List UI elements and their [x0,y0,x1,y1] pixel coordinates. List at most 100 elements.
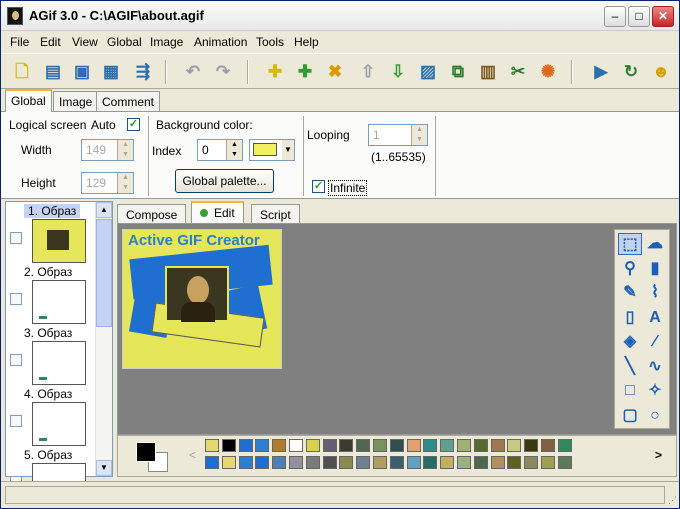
palette-swatch[interactable] [423,439,438,452]
menu-animation[interactable]: Animation [194,35,247,49]
index-spinner[interactable]: ▲ ▼ [226,140,242,160]
select-rect-icon[interactable]: ⬚ [618,233,642,255]
about-button[interactable]: ☻ [649,60,673,84]
ellipse-icon[interactable]: ○ [643,405,667,427]
palette-swatch[interactable] [524,439,539,452]
eraser-icon[interactable]: ▮ [643,258,667,280]
maximize-button[interactable]: □ [628,6,650,27]
bg-color-picker[interactable]: ▼ [249,139,295,161]
palette-swatch[interactable] [490,439,505,452]
redo-button[interactable]: ↷ [211,60,235,84]
resize-grip-icon[interactable]: ⋰ [668,495,677,506]
tab-image[interactable]: Image [53,91,99,111]
frame-list-scrollbar[interactable]: ▲ ▼ [95,202,112,476]
duplicate-button[interactable]: ⧉ [446,60,470,84]
palette-next-button[interactable]: > [655,448,662,462]
global-palette-button[interactable]: Global palette... [175,169,274,193]
width-spinner[interactable]: ▲ ▼ [117,140,133,160]
palette-swatch[interactable] [322,439,337,452]
export-button[interactable]: ⇶ [131,60,155,84]
menu-help[interactable]: Help [294,35,319,49]
scroll-up-button[interactable]: ▲ [96,202,112,218]
palette-swatch[interactable] [557,456,572,469]
brush-icon[interactable]: ⌇ [643,282,667,304]
scroll-down-button[interactable]: ▼ [96,460,112,476]
palette-swatch[interactable] [322,456,337,469]
palette-swatch[interactable] [339,439,354,452]
new-frame-button[interactable]: ✚ [263,60,287,84]
star-icon[interactable]: ✧ [643,380,667,402]
tab-comment[interactable]: Comment [96,91,161,111]
width-field[interactable]: 149 ▲ ▼ [81,139,134,161]
palette-swatch[interactable] [490,456,505,469]
move-up-button[interactable]: ⇧ [356,60,380,84]
menu-global[interactable]: Global [107,35,142,49]
frame-item[interactable]: 2. Образ [6,265,96,326]
palette-swatch[interactable] [255,439,270,452]
palette-swatch[interactable] [473,439,488,452]
height-spinner[interactable]: ▲ ▼ [117,173,133,193]
spray-icon[interactable]: ⁄ [643,331,667,353]
palette-swatch[interactable] [389,439,404,452]
palette-swatch[interactable] [457,456,471,469]
looping-field[interactable]: 1 ▲ ▼ [368,124,428,146]
frames-button[interactable]: ▥ [476,60,500,84]
palette-swatch[interactable] [406,456,421,469]
minimize-button[interactable]: – [604,6,626,27]
frame-checkbox[interactable] [10,415,22,427]
auto-checkbox[interactable]: ✓ [127,118,140,131]
rectangle-icon[interactable]: □ [618,380,642,402]
palette-swatch[interactable] [221,439,236,452]
close-button[interactable]: ✕ [652,6,674,27]
title-bar[interactable]: AGif 3.0 - C:\AGIF\about.agif – □ ✕ [1,1,679,31]
optimize-button[interactable]: ✂ [506,60,530,84]
palette-swatch[interactable] [541,456,555,469]
palette-swatch[interactable] [524,456,539,469]
infinite-checkbox[interactable]: ✓ [312,180,325,193]
palette-swatch[interactable] [423,456,438,469]
palette-swatch[interactable] [289,456,303,469]
menu-tools[interactable]: Tools [256,35,284,49]
save-button[interactable]: ▣ [70,60,94,84]
open-button[interactable]: ▤ [41,60,65,84]
tab-global[interactable]: Global [5,89,52,112]
menu-view[interactable]: View [72,35,98,49]
palette-swatch[interactable] [238,456,253,469]
frame-image[interactable]: Active GIF Creator [122,229,282,369]
play-button[interactable]: ↻ [619,60,643,84]
looping-spinner[interactable]: ▲ ▼ [411,125,427,145]
palette-swatch[interactable] [440,456,455,469]
foreground-color[interactable] [136,442,156,462]
delete-frame-button[interactable]: ✖ [323,60,347,84]
new-button[interactable]: 🗋 [10,60,34,84]
frame-item[interactable]: 3. Образ [6,326,96,387]
frame-thumbnail[interactable] [32,219,86,263]
palette-swatch[interactable] [205,439,219,452]
palette-swatch[interactable] [507,456,522,469]
palette-swatch[interactable] [406,439,421,452]
palette-swatch[interactable] [373,439,387,452]
fill-icon[interactable]: ◈ [618,331,642,353]
menu-image[interactable]: Image [150,35,183,49]
image-props-button[interactable]: ▨ [416,60,440,84]
palette-swatch[interactable] [356,456,371,469]
index-field[interactable]: 0 ▲ ▼ [197,139,243,161]
palette-swatch[interactable] [255,456,270,469]
palette-swatch[interactable] [473,456,488,469]
move-down-button[interactable]: ⇩ [386,60,410,84]
infinite-label[interactable]: Infinite [328,180,368,196]
pencil-icon[interactable]: ✎ [618,282,642,304]
effects-button[interactable]: ✺ [536,60,560,84]
tab-script[interactable]: Script [251,204,300,223]
frame-thumbnail[interactable] [32,341,86,385]
frame-checkbox[interactable] [10,354,22,366]
frame-thumbnail[interactable] [32,280,86,324]
line-icon[interactable]: ╲ [618,356,642,378]
palette-swatch[interactable] [305,439,320,452]
palette-swatch[interactable] [557,439,572,452]
height-field[interactable]: 129 ▲ ▼ [81,172,134,194]
preview-button[interactable]: ▶ [589,60,613,84]
palette-swatch[interactable] [339,456,354,469]
curve-icon[interactable]: ∿ [643,356,667,378]
rounded-rect-icon[interactable]: ▢ [618,405,642,427]
